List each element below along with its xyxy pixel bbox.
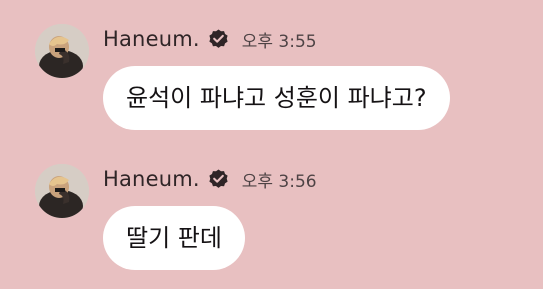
sender-name[interactable]: Haneum. xyxy=(103,27,200,51)
verified-check-badge-icon xyxy=(207,28,230,51)
chat-message: Haneum. 오후 3:55 윤석이 파냐고 성훈이 파냐고? xyxy=(0,22,543,142)
avatar-photo xyxy=(35,164,89,218)
message-header: Haneum. 오후 3:55 xyxy=(103,22,317,56)
verified-check-badge-icon xyxy=(207,168,230,191)
message-timestamp: 오후 3:55 xyxy=(241,31,317,52)
message-header: Haneum. 오후 3:56 xyxy=(103,162,317,196)
sender-name[interactable]: Haneum. xyxy=(103,167,200,191)
sender-avatar[interactable] xyxy=(35,164,89,218)
avatar-photo xyxy=(35,24,89,78)
sender-avatar[interactable] xyxy=(35,24,89,78)
message-timestamp: 오후 3:56 xyxy=(241,171,317,192)
message-bubble[interactable]: 윤석이 파냐고 성훈이 파냐고? xyxy=(103,66,450,130)
chat-message: Haneum. 오후 3:56 딸기 판데 xyxy=(0,162,543,280)
message-bubble[interactable]: 딸기 판데 xyxy=(103,206,245,270)
